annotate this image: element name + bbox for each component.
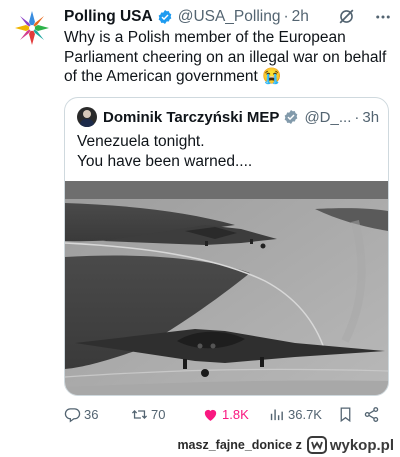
header-actions (337, 7, 392, 26)
uploader-username: masz_fajne_donice z (177, 438, 301, 452)
separator-dot: · (283, 8, 289, 25)
quoted-text-line-1: Venezuela tonight. (77, 133, 205, 150)
quoted-separator-dot: · (354, 108, 360, 126)
repost-icon (131, 409, 148, 419)
quoted-author-avatar[interactable] (77, 107, 97, 127)
reply-button[interactable]: 36 (64, 404, 98, 424)
author-name[interactable]: Polling USA (64, 8, 153, 26)
tweet-text: Why is a Polish member of the European P… (64, 29, 387, 85)
more-options-icon[interactable] (374, 8, 392, 26)
verified-badge-icon (158, 10, 172, 24)
like-button[interactable]: 1.8K (202, 404, 249, 424)
repost-button[interactable]: 70 (131, 404, 165, 424)
tweet[interactable]: Polling USA @USA_Polling · 2h Why is a P… (0, 0, 400, 430)
gray-verified-badge-icon (285, 110, 298, 124)
repost-count: 70 (151, 406, 166, 422)
compass-star-logo-icon[interactable] (14, 10, 50, 46)
views-chart-icon (270, 409, 283, 420)
conjunction: z (295, 438, 302, 452)
quoted-timestamp[interactable]: 3h (362, 109, 379, 126)
views-button[interactable]: 36.7K (268, 404, 322, 424)
reply-count: 36 (84, 406, 99, 422)
quoted-author-handle[interactable]: @D_... (304, 109, 351, 126)
footer-content: masz_fajne_donice z wykop.pl (177, 433, 394, 457)
bookmark-icon (340, 406, 351, 422)
stealth-bomber-photo[interactable] (65, 181, 388, 395)
tweet-header: Polling USA @USA_Polling · 2h (64, 6, 392, 28)
reply-icon (64, 407, 81, 422)
tweet-actions: 36 70 1.8K 36.7K (64, 404, 382, 424)
uploader-name: masz_fajne_donice (177, 438, 293, 452)
share-button[interactable] (363, 404, 383, 424)
watermark-footer: masz_fajne_donice z wykop.pl (0, 433, 400, 457)
quoted-text-line-2: You have been warned.... (77, 153, 253, 170)
quoted-tweet-header: Dominik Tarczyński MEP @D_... · 3h (77, 106, 380, 128)
heart-icon (204, 409, 217, 421)
like-count: 1.8K (222, 406, 249, 422)
wykop-logo-icon (306, 436, 327, 454)
quoted-tweet[interactable]: Dominik Tarczyński MEP @D_... · 3h Venez… (64, 97, 389, 396)
author-handle[interactable]: @USA_Polling (178, 8, 281, 26)
views-count: 36.7K (288, 406, 322, 422)
timestamp[interactable]: 2h (292, 8, 309, 26)
quoted-author-name[interactable]: Dominik Tarczyński MEP (103, 109, 279, 126)
grok-icon[interactable] (337, 7, 356, 26)
quoted-tweet-text: Venezuela tonight. You have been warned.… (77, 132, 377, 172)
wykop-brand: wykop.pl (329, 436, 394, 454)
share-icon (364, 406, 379, 422)
bookmark-button[interactable] (337, 404, 357, 424)
